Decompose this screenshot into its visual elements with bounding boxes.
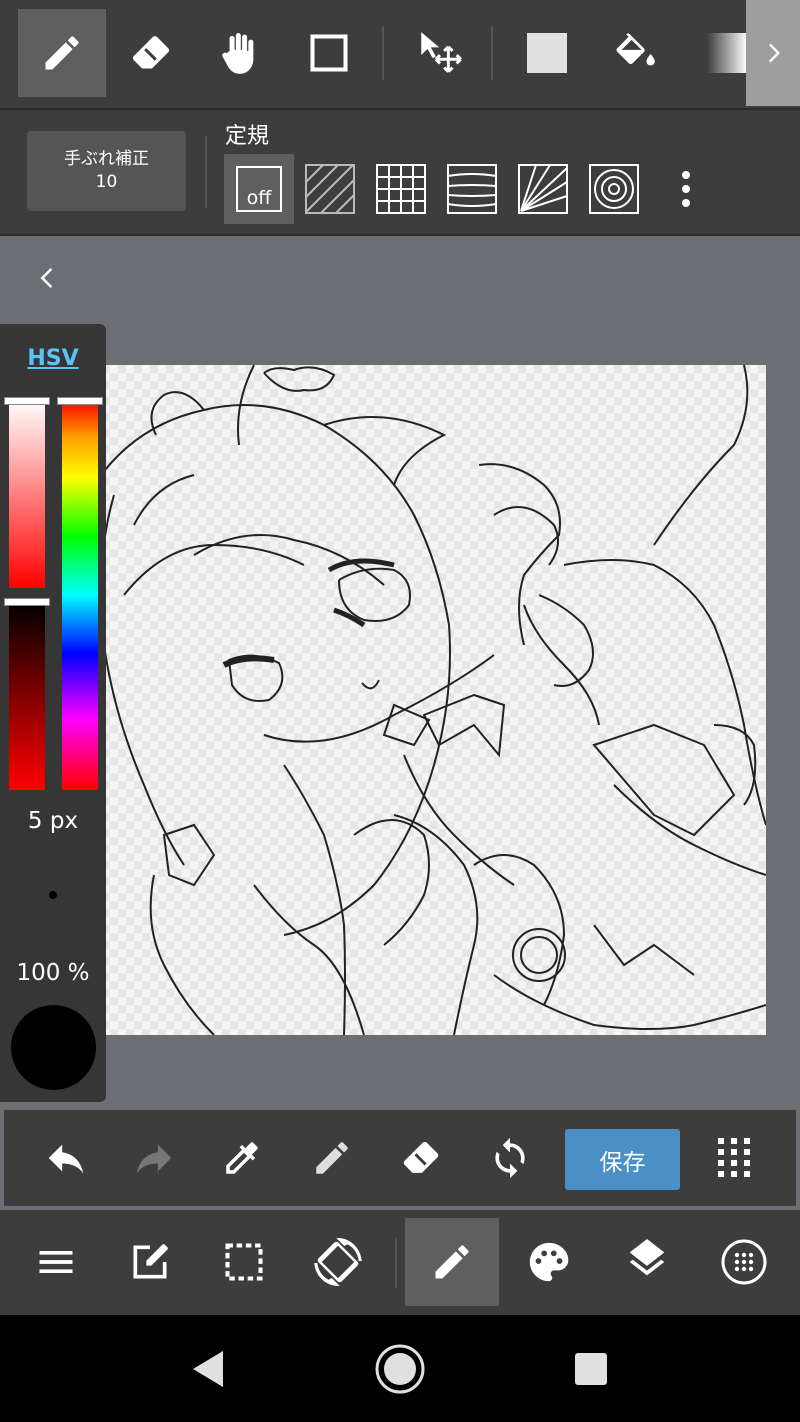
brightness-slider-light[interactable] xyxy=(9,400,45,588)
color-panel: HSV 5 px 100 % xyxy=(0,324,106,1102)
more-vertical-icon xyxy=(682,171,690,207)
square-outline-icon xyxy=(310,34,348,72)
ruler-off-button[interactable]: off xyxy=(224,154,294,224)
undo-icon xyxy=(48,1144,84,1174)
ruler-title: 定規 xyxy=(225,124,270,149)
selection-button[interactable] xyxy=(197,1218,291,1306)
square-recents-icon xyxy=(575,1353,607,1385)
dashed-selection-icon xyxy=(225,1243,263,1281)
brightness-light-handle[interactable] xyxy=(4,397,50,405)
stabilizer-value: 10 xyxy=(95,172,118,192)
system-recents-button[interactable] xyxy=(559,1337,623,1401)
quick-eraser-button[interactable] xyxy=(381,1118,461,1198)
pen-icon xyxy=(435,1245,469,1279)
shape-tool-button[interactable] xyxy=(285,9,373,97)
system-navigation-bar xyxy=(0,1315,800,1422)
save-button[interactable]: 保存 xyxy=(565,1129,680,1190)
toolbar-more-button[interactable] xyxy=(746,0,800,106)
menu-icon xyxy=(39,1251,73,1273)
move-tool-button[interactable] xyxy=(396,9,484,97)
radial-lines-icon xyxy=(518,164,568,214)
gradient-icon xyxy=(707,33,747,73)
eraser-tool-button[interactable] xyxy=(107,9,195,97)
drawing-canvas[interactable] xyxy=(94,365,766,1035)
bucket-tool-button[interactable] xyxy=(592,9,680,97)
layers-button[interactable] xyxy=(600,1218,694,1306)
back-button[interactable] xyxy=(28,258,68,298)
ruler-divider xyxy=(205,136,207,208)
circle-home-icon xyxy=(375,1344,425,1394)
color-palette-button[interactable] xyxy=(502,1218,596,1306)
hand-icon xyxy=(222,33,254,74)
edit-button[interactable] xyxy=(103,1218,197,1306)
screen-rotation-icon xyxy=(314,1238,362,1286)
pen-icon xyxy=(316,1142,348,1174)
grid-icon xyxy=(376,164,426,214)
toolbar-divider xyxy=(491,26,493,80)
opacity-label[interactable]: 100 % xyxy=(0,960,106,986)
stabilizer-button[interactable]: 手ぶれ補正 10 xyxy=(27,131,186,211)
eraser-icon xyxy=(132,36,170,69)
ruler-off-icon: off xyxy=(236,166,282,212)
edit-icon xyxy=(133,1244,168,1279)
hue-handle[interactable] xyxy=(57,397,103,405)
ruler-grid-button[interactable] xyxy=(366,154,436,224)
hue-slider[interactable] xyxy=(62,400,98,790)
brightness-dark-handle[interactable] xyxy=(4,598,50,606)
ruler-off-label: off xyxy=(246,187,272,209)
rotate-icon xyxy=(495,1137,525,1179)
brightness-slider-dark[interactable] xyxy=(9,602,45,790)
top-toolbar xyxy=(0,0,800,110)
redo-icon xyxy=(136,1144,172,1174)
ruler-parallel-button[interactable] xyxy=(295,154,365,224)
ruler-perspective-button[interactable] xyxy=(437,154,507,224)
brush-size-preview xyxy=(49,891,57,899)
filled-square-icon xyxy=(527,33,567,73)
eraser-icon xyxy=(403,1141,439,1173)
parallel-lines-icon xyxy=(305,164,355,214)
stabilizer-label: 手ぶれ補正 xyxy=(64,149,149,169)
rotate-screen-button[interactable] xyxy=(291,1218,385,1306)
eyedropper-button[interactable] xyxy=(202,1118,282,1198)
action-grid-button[interactable] xyxy=(694,1118,774,1198)
system-home-button[interactable] xyxy=(368,1337,432,1401)
nav-divider xyxy=(395,1238,397,1288)
rotate-canvas-button[interactable] xyxy=(470,1118,550,1198)
dot-grid-icon xyxy=(718,1138,750,1177)
palette-icon xyxy=(529,1242,569,1282)
chevron-right-icon xyxy=(769,43,780,63)
ruler-radial-button[interactable] xyxy=(508,154,578,224)
perspective-lines-icon xyxy=(447,164,497,214)
material-button[interactable] xyxy=(697,1218,791,1306)
triangle-back-icon xyxy=(193,1351,223,1387)
hand-tool-button[interactable] xyxy=(196,9,284,97)
color-mode-link[interactable]: HSV xyxy=(0,346,106,371)
undo-button[interactable] xyxy=(26,1118,106,1198)
bottom-navigation xyxy=(0,1210,800,1315)
quick-pen-button[interactable] xyxy=(292,1118,372,1198)
system-back-button[interactable] xyxy=(175,1337,239,1401)
ruler-more-button[interactable] xyxy=(651,154,721,224)
line-art-illustration xyxy=(94,365,766,1035)
ruler-concentric-button[interactable] xyxy=(579,154,649,224)
action-bar: 保存 xyxy=(4,1110,796,1206)
fill-color-tool-button[interactable] xyxy=(503,9,591,97)
redo-button[interactable] xyxy=(114,1118,194,1198)
current-color-swatch[interactable] xyxy=(11,1005,96,1090)
dotted-circle-icon xyxy=(721,1239,767,1285)
menu-button[interactable] xyxy=(9,1218,103,1306)
layers-icon xyxy=(629,1239,665,1276)
toolbar-divider xyxy=(382,26,384,80)
eyedropper-icon xyxy=(226,1142,258,1174)
gradient-tool-button[interactable] xyxy=(681,9,747,97)
concentric-circles-icon xyxy=(589,164,639,214)
brush-size-label[interactable]: 5 px xyxy=(0,808,106,834)
chevron-left-icon xyxy=(40,268,53,288)
pen-tool-button[interactable] xyxy=(18,9,106,97)
pen-icon xyxy=(45,36,79,70)
ruler-bar: 手ぶれ補正 10 定規 off xyxy=(0,110,800,236)
move-select-icon xyxy=(421,32,462,73)
brush-button[interactable] xyxy=(405,1218,499,1306)
paint-bucket-icon xyxy=(616,33,655,66)
